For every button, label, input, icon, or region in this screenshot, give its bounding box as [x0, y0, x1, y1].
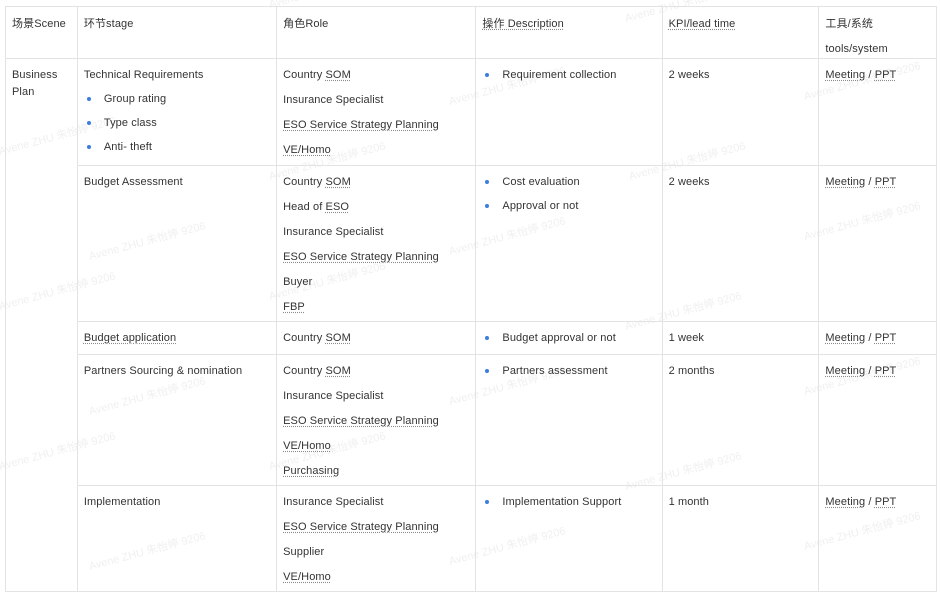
table-row: Partners Sourcing & nomination Country S…	[6, 354, 937, 486]
stage-cell: Implementation	[76, 485, 278, 592]
table-row: Budget application Country SOM Budget ap…	[6, 321, 937, 355]
kpi-cell: 1 month	[661, 485, 820, 592]
kpi-cell: 2 weeks	[661, 165, 820, 322]
list-item: Requirement collection	[482, 67, 655, 84]
tools-cell: Meeting / PPT	[818, 165, 937, 322]
header-row: 场景Scene 环节stage 角色Role 操作 Description KP…	[5, 6, 937, 59]
tools-cell: Meeting / PPT	[818, 354, 937, 486]
list-item: Type class	[84, 115, 270, 132]
list-item: Implementation Support	[482, 494, 655, 511]
header-role: 角色Role	[276, 6, 477, 59]
stage-cell: Technical Requirements Group rating Type…	[76, 58, 278, 166]
tools-cell: Meeting / PPT	[818, 58, 937, 166]
role-cell: Country SOM	[276, 321, 477, 355]
tools-cell: Meeting / PPT	[818, 485, 937, 592]
description-cell: Implementation Support	[475, 485, 663, 592]
scene-cell: Business Plan	[5, 58, 78, 592]
role-cell: Country SOM Insurance Specialist ESO Ser…	[276, 354, 477, 486]
list-item: Partners assessment	[482, 363, 655, 380]
tools-cell: Meeting / PPT	[818, 321, 937, 355]
stage-cell: Budget Assessment	[76, 165, 278, 322]
header-stage: 环节stage	[76, 6, 278, 59]
process-table: 场景Scene 环节stage 角色Role 操作 Description KP…	[5, 6, 937, 592]
list-item: Approval or not	[482, 198, 655, 215]
kpi-cell: 1 week	[661, 321, 820, 355]
table-row: Implementation Insurance Specialist ESO …	[6, 485, 937, 592]
description-cell: Cost evaluation Approval or not	[475, 165, 663, 322]
role-cell: Country SOM Head of ESO Insurance Specia…	[276, 165, 477, 322]
header-kpi: KPI/lead time	[661, 6, 820, 59]
kpi-cell: 2 months	[661, 354, 820, 486]
header-description: 操作 Description	[475, 6, 663, 59]
description-cell: Requirement collection	[475, 58, 663, 166]
description-cell: Budget approval or not	[475, 321, 663, 355]
header-scene: 场景Scene	[5, 6, 78, 59]
list-item: Cost evaluation	[482, 174, 655, 191]
stage-cell: Budget application	[76, 321, 278, 355]
kpi-cell: 2 weeks	[661, 58, 820, 166]
role-cell: Insurance Specialist ESO Service Strateg…	[276, 485, 477, 592]
header-tools: 工具/系统 tools/system	[818, 6, 937, 59]
list-item: Anti- theft	[84, 139, 270, 156]
description-cell: Partners assessment	[475, 354, 663, 486]
list-item: Budget approval or not	[482, 330, 655, 347]
table-row: Budget Assessment Country SOM Head of ES…	[6, 165, 937, 322]
stage-cell: Partners Sourcing & nomination	[76, 354, 278, 486]
table-row: Business Plan Technical Requirements Grou…	[5, 58, 937, 592]
stage-sub-list: Group rating Type class Anti- theft	[84, 91, 270, 156]
role-cell: Country SOM Insurance Specialist ESO Ser…	[276, 58, 477, 166]
list-item: Group rating	[84, 91, 270, 108]
